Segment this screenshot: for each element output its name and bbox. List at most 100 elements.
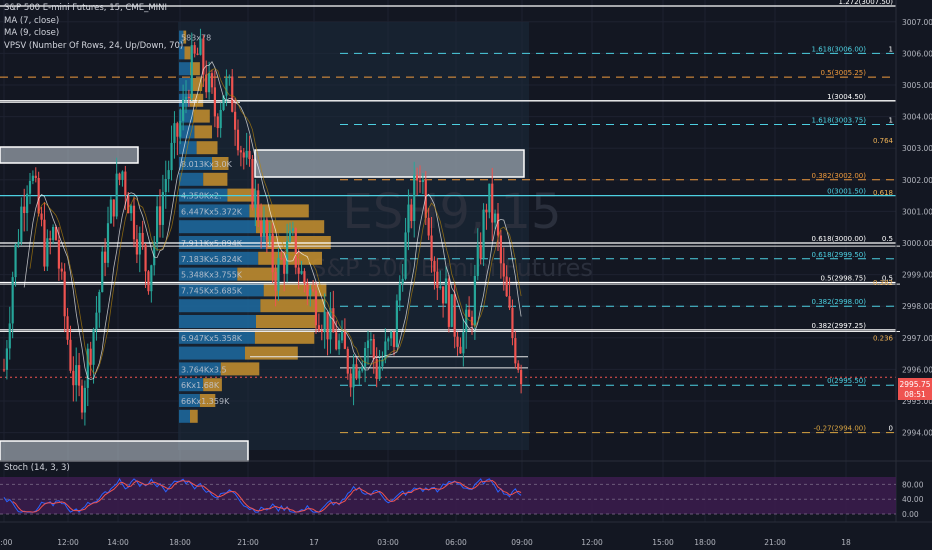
candle-body [251, 159, 254, 208]
candle-body [366, 340, 370, 349]
time-tick-label: 21:00 [237, 538, 259, 547]
time-tick-label: 03:00 [377, 538, 399, 547]
candle-body [286, 241, 289, 274]
time-tick-label: 09:00 [511, 538, 533, 547]
fib-label: 0(2995.50) [827, 377, 866, 385]
candle-body [407, 204, 410, 233]
candle-body [239, 150, 242, 153]
candle-body [346, 348, 349, 374]
zone-rect [0, 146, 139, 164]
candle-body [196, 53, 199, 55]
candle-body [288, 231, 292, 242]
candle-body [164, 178, 167, 193]
price-tick-label: 2999.00 [902, 271, 932, 280]
candle-body [98, 292, 101, 313]
candle-body [340, 331, 344, 341]
legend-vpsv[interactable]: VPSV (Number Of Rows, 24, Up/Down, 70) [4, 40, 183, 53]
candle-body [176, 123, 179, 137]
legend-ma7[interactable]: MA (7, close) [4, 15, 183, 28]
candle-body [372, 339, 375, 359]
last-price-tag: 2995.75 08:51 [898, 378, 932, 400]
candle-body [462, 332, 465, 354]
candle-body [49, 238, 52, 240]
candle-body [349, 373, 352, 388]
candle-body [479, 245, 482, 259]
candle-body [404, 232, 407, 279]
price-tick-label: 2994.00 [902, 429, 932, 438]
watermark: ESH9, 15 S&P 500 E-mini Futures [311, 184, 593, 282]
candle-body [338, 340, 341, 350]
candle-body [444, 278, 448, 304]
candle-body [260, 220, 263, 237]
candle-body [236, 129, 240, 151]
candle-body [268, 233, 271, 240]
candle-body [182, 99, 185, 121]
candle-body [358, 370, 361, 379]
time-tick-label: 18:00 [694, 538, 716, 547]
vp-up-bar [179, 78, 192, 91]
candle-body [456, 336, 459, 347]
candle-body [517, 363, 520, 371]
vp-down-bar [256, 315, 317, 328]
legend-symbol-title[interactable]: S&P 500 E-mini Futures, 15, CME_MINI [4, 2, 183, 15]
stoch-axis-label: 0.00 [902, 510, 919, 519]
time-tick-label: 18:00 [169, 538, 191, 547]
candle-body [427, 217, 430, 236]
candle-body [170, 142, 173, 171]
stoch-legend[interactable]: Stoch (14, 3, 3) [4, 463, 70, 473]
candle-body [248, 150, 251, 160]
candle-body [11, 277, 14, 324]
time-axis[interactable]: 0:00 12:00 14:00 18:00 21:00 17 03:00 06:00 09:0… [0, 521, 932, 547]
candle-body [66, 316, 69, 340]
candle-body [187, 96, 190, 99]
vp-row-label: 6Kx1.68K [181, 381, 220, 390]
price-tick-label: 3000.00 [902, 239, 932, 248]
candle-body [167, 170, 170, 179]
candle-body [78, 365, 81, 386]
vp-down-bar [245, 346, 298, 360]
candle-body [335, 332, 338, 350]
main-chart[interactable]: ESH9, 15 S&P 500 E-mini Futures 583x78 8.… [0, 0, 932, 550]
price-tick-label: 3004.00 [902, 113, 932, 122]
candle-body [384, 341, 387, 360]
candle-body [115, 173, 118, 217]
fib-label: 1.618(3003.75) [812, 117, 867, 125]
stoch-pane[interactable]: 80.00 40.00 0.00 [0, 460, 932, 519]
candle-body [257, 190, 260, 221]
candle-body [83, 387, 86, 413]
candle-body [392, 331, 396, 347]
candle-body [46, 238, 49, 267]
candle-body [17, 241, 20, 245]
candle-body [20, 206, 23, 242]
candle-body [271, 233, 274, 273]
candle-body [92, 329, 95, 365]
candle-body [297, 267, 300, 274]
candle-body [109, 199, 112, 224]
candle-body [430, 235, 433, 261]
candle-body [69, 339, 72, 371]
candle-body [352, 364, 355, 388]
candle-body [277, 257, 280, 291]
fib-label: 0.5(2998.75) [820, 275, 866, 283]
candle-body [63, 271, 66, 317]
time-tick-label: 18 [841, 538, 851, 547]
vp-row-label: 5.348Kx3.755K [181, 271, 243, 280]
candle-body [28, 180, 32, 194]
time-tick-label: 15:00 [652, 538, 674, 547]
legend-ma9[interactable]: MA (9, close) [4, 27, 183, 40]
candle-body [274, 272, 277, 291]
candle-body [40, 213, 43, 220]
candle-body [179, 120, 182, 137]
candle-body [450, 294, 453, 327]
candle-body [485, 209, 488, 213]
candle-body [104, 251, 107, 263]
candle-body [442, 286, 445, 304]
candle-body [387, 338, 390, 342]
vp-down-bar [194, 125, 212, 139]
price-axis[interactable]: 3007.00 3006.00 3005.00 3004.00 3003.00 3002.… [895, 0, 932, 522]
candle-body [26, 193, 29, 214]
fib-label: 1.618(3006.00) [812, 45, 867, 53]
candle-body [369, 339, 372, 341]
vp-up-bar [179, 62, 190, 76]
price-tick-label: 3002.00 [902, 176, 932, 185]
